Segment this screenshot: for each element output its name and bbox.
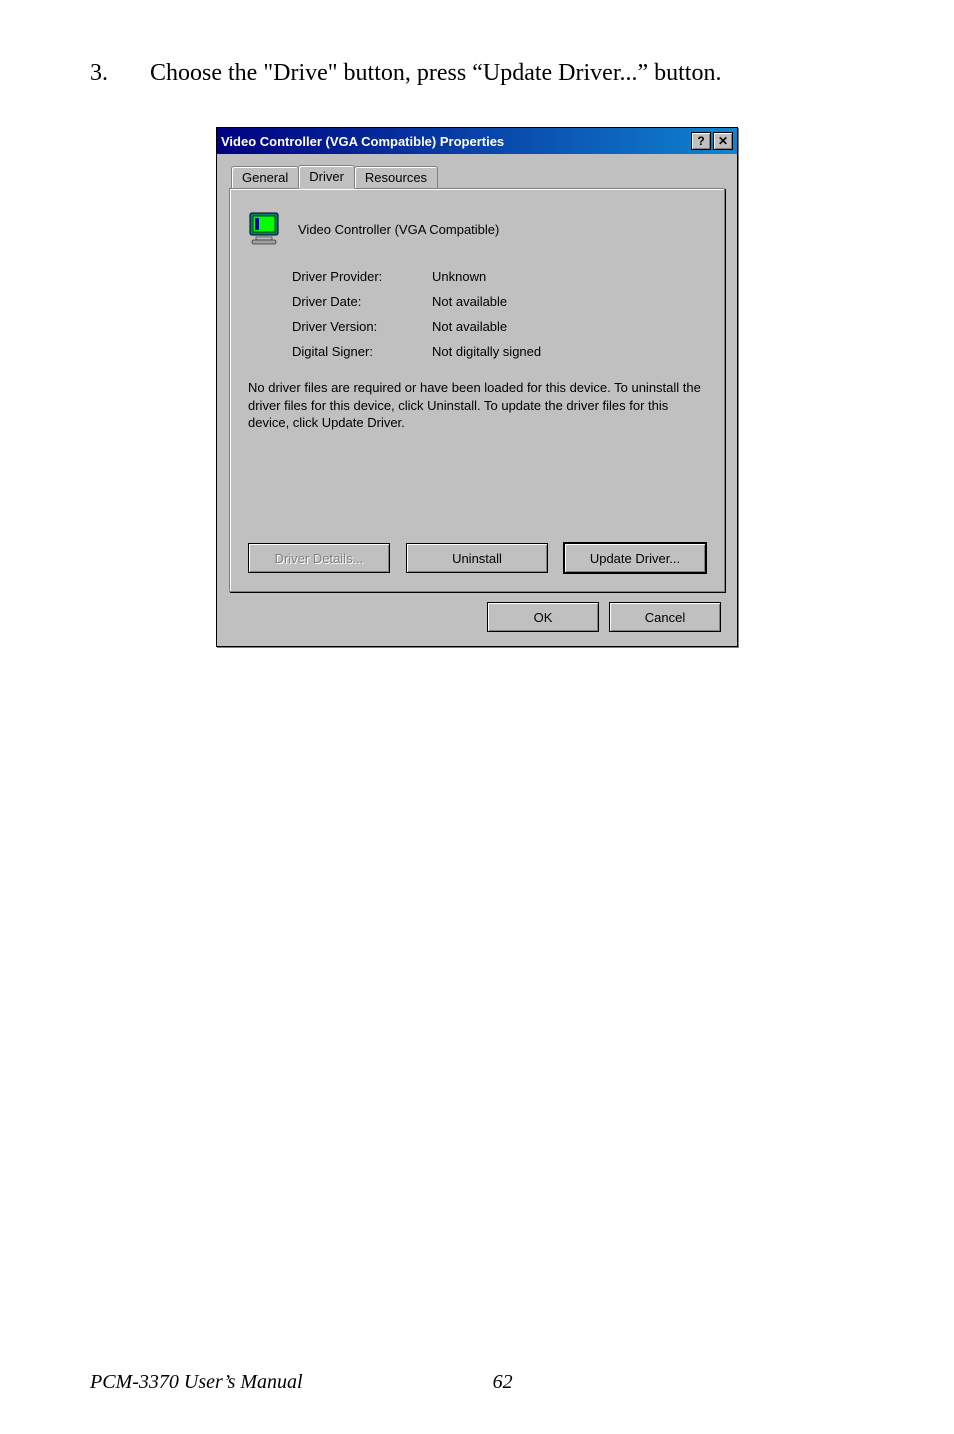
close-icon: ✕ [718,135,728,147]
tab-content: Video Controller (VGA Compatible) Driver… [229,188,725,592]
tab-resources[interactable]: Resources [354,166,438,189]
prop-row: Driver Provider: Unknown [292,269,710,284]
prop-label-signer: Digital Signer: [292,344,432,359]
dialog-title: Video Controller (VGA Compatible) Proper… [221,134,689,149]
tab-driver[interactable]: Driver [298,165,355,189]
driver-description: No driver files are required or have bee… [248,379,706,432]
help-icon: ? [697,135,704,147]
prop-label-version: Driver Version: [292,319,432,334]
prop-row: Driver Date: Not available [292,294,710,309]
button-label: Cancel [645,610,685,625]
prop-value-version: Not available [432,319,710,334]
tab-label: Resources [365,170,427,185]
prop-row: Digital Signer: Not digitally signed [292,344,710,359]
driver-properties: Driver Provider: Unknown Driver Date: No… [292,269,710,359]
step-number: 3. [90,60,120,87]
prop-label-date: Driver Date: [292,294,432,309]
button-label: Update Driver... [590,551,680,566]
device-name: Video Controller (VGA Compatible) [298,222,499,237]
prop-value-signer: Not digitally signed [432,344,710,359]
help-button[interactable]: ? [691,132,711,150]
dialog-buttons: OK Cancel [229,592,725,634]
prop-value-date: Not available [432,294,710,309]
prop-label-provider: Driver Provider: [292,269,432,284]
ok-button[interactable]: OK [487,602,599,632]
page-footer: PCM-3370 User’s Manual 62 [90,1371,864,1394]
close-button[interactable]: ✕ [713,132,733,150]
cancel-button[interactable]: Cancel [609,602,721,632]
monitor-icon [248,211,284,247]
device-header: Video Controller (VGA Compatible) [248,211,706,247]
update-driver-button[interactable]: Update Driver... [564,543,706,573]
uninstall-button[interactable]: Uninstall [406,543,548,573]
tabs-row: General Driver Resources [231,164,725,188]
tab-general[interactable]: General [231,166,299,189]
dialog-body: General Driver Resources [217,154,737,646]
button-label: Driver Details... [275,551,364,566]
prop-value-provider: Unknown [432,269,710,284]
instruction-step: 3. Choose the "Drive" button, press “Upd… [90,60,864,87]
page-number: 62 [493,1371,513,1394]
tab-label: Driver [309,169,344,184]
manual-title: PCM-3370 User’s Manual [90,1371,303,1394]
button-label: OK [534,610,553,625]
dialog-titlebar: Video Controller (VGA Compatible) Proper… [217,128,737,154]
action-buttons: Driver Details... Uninstall Update Drive… [244,543,710,573]
tab-label: General [242,170,288,185]
properties-dialog: Video Controller (VGA Compatible) Proper… [216,127,738,647]
prop-row: Driver Version: Not available [292,319,710,334]
button-label: Uninstall [452,551,502,566]
step-text: Choose the "Drive" button, press “Update… [150,60,864,87]
driver-details-button: Driver Details... [248,543,390,573]
